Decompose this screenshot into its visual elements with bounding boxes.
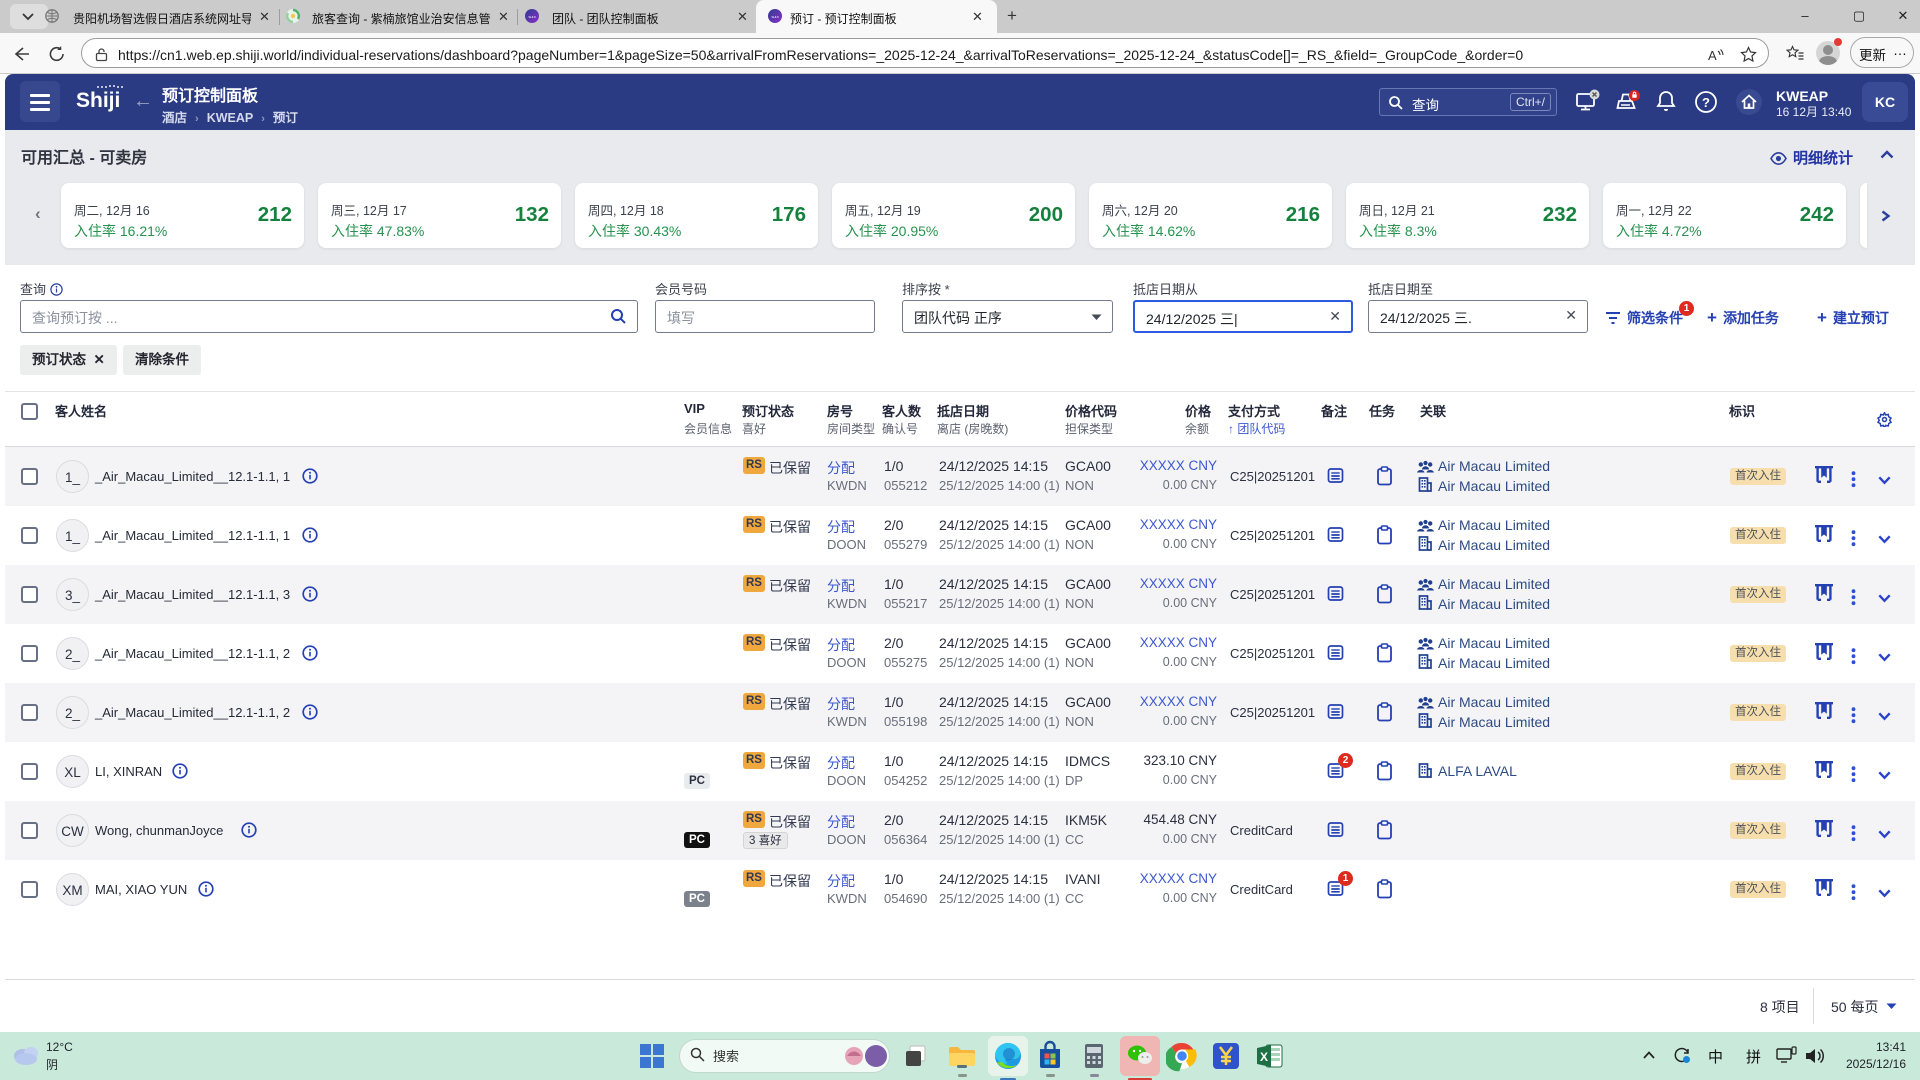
- svg-text:X: X: [1260, 1050, 1268, 1064]
- svg-text:SHIJI: SHIJI: [528, 15, 536, 19]
- svg-text:?: ?: [1702, 95, 1710, 110]
- svg-text:SHIJI: SHIJI: [771, 15, 779, 19]
- svg-text:A: A: [1708, 48, 1717, 63]
